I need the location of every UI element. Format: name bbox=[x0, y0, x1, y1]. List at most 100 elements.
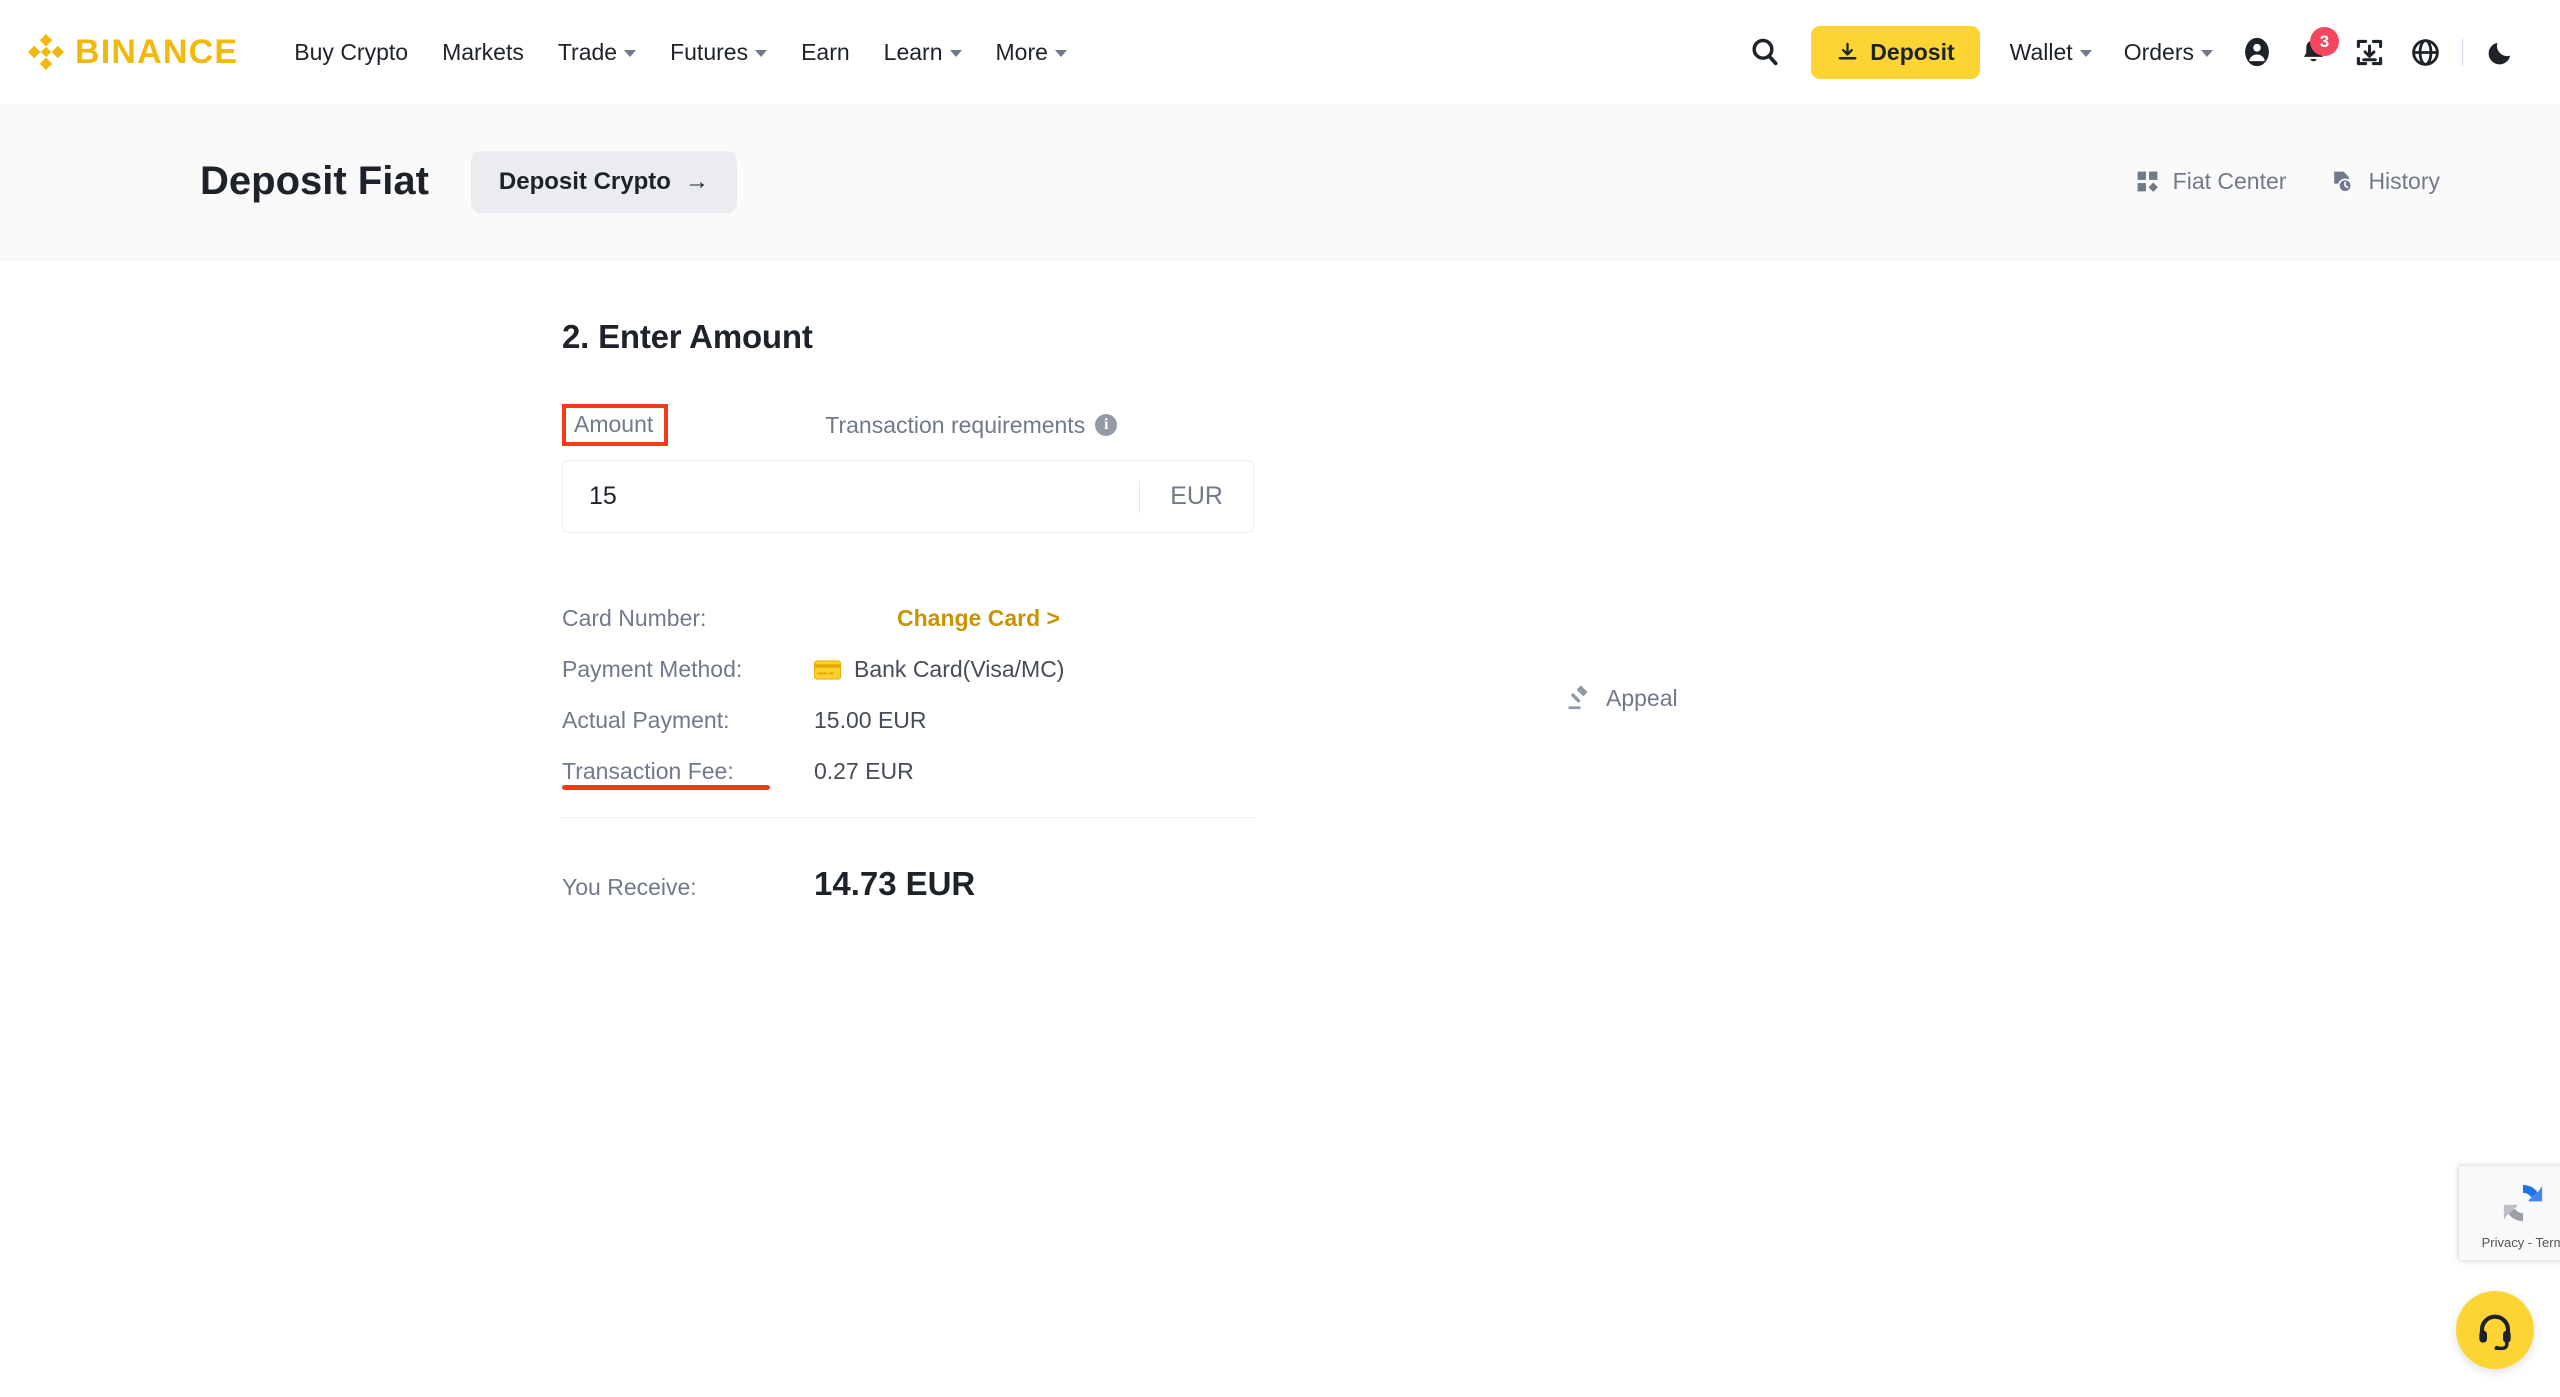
chevron-down-icon bbox=[2080, 50, 2092, 57]
chevron-down-icon bbox=[950, 50, 962, 57]
binance-diamond-icon bbox=[26, 32, 66, 72]
recaptcha-privacy-terms[interactable]: Privacy - Term bbox=[2482, 1235, 2560, 1250]
moon-icon bbox=[2486, 38, 2515, 67]
nav-item-learn[interactable]: Learn bbox=[867, 29, 979, 76]
detail-label: Card Number: bbox=[562, 605, 814, 632]
deposit-crypto-button[interactable]: Deposit Crypto → bbox=[471, 151, 737, 213]
detail-label: Payment Method: bbox=[562, 656, 814, 683]
top-navigation-bar: BINANCE Buy Crypto Markets Trade Futures… bbox=[0, 0, 2560, 104]
gavel-icon bbox=[1565, 685, 1592, 712]
nav-item-orders[interactable]: Orders bbox=[2108, 29, 2229, 76]
currency-code: EUR bbox=[1140, 482, 1253, 511]
nav-item-more[interactable]: More bbox=[979, 29, 1084, 76]
detail-row-card-number: Card Number: Change Card > bbox=[562, 593, 1254, 644]
section-title: 2. Enter Amount bbox=[562, 318, 1254, 356]
chevron-down-icon bbox=[1055, 50, 1067, 57]
recaptcha-badge[interactable]: Privacy - Term bbox=[2458, 1165, 2560, 1261]
deposit-crypto-label: Deposit Crypto bbox=[499, 168, 671, 196]
transaction-requirements-link[interactable]: Transaction requirements i bbox=[825, 412, 1117, 439]
detail-row-transaction-fee: Transaction Fee: 0.27 EUR bbox=[562, 746, 1254, 797]
chevron-down-icon bbox=[755, 50, 767, 57]
nav-item-futures[interactable]: Futures bbox=[653, 29, 784, 76]
detail-value: Bank Card(Visa/MC) bbox=[854, 656, 1064, 683]
nav-item-trade[interactable]: Trade bbox=[541, 29, 653, 76]
arrow-right-icon: → bbox=[685, 168, 709, 196]
detail-label: Actual Payment: bbox=[562, 707, 814, 734]
primary-nav-items: Buy Crypto Markets Trade Futures Earn Le… bbox=[277, 29, 1084, 76]
app-download-icon bbox=[2354, 37, 2385, 68]
notification-count-badge: 3 bbox=[2310, 27, 2339, 56]
download-app-button[interactable] bbox=[2341, 24, 2397, 80]
nav-item-buy-crypto[interactable]: Buy Crypto bbox=[277, 29, 425, 76]
appeal-label: Appeal bbox=[1606, 685, 1678, 712]
detail-value: 15.00 EUR bbox=[814, 707, 927, 734]
payment-details-list: Card Number: Change Card > Payment Metho… bbox=[562, 593, 1254, 797]
nav-divider bbox=[2462, 39, 2463, 66]
main-content: 2. Enter Amount Amount Transaction requi… bbox=[0, 260, 2560, 318]
transaction-requirements-label: Transaction requirements bbox=[825, 412, 1085, 439]
chevron-down-icon bbox=[624, 50, 636, 57]
nav-label: Buy Crypto bbox=[294, 39, 408, 66]
page-title: Deposit Fiat bbox=[200, 159, 429, 204]
headset-icon bbox=[2475, 1310, 2515, 1350]
grid-icon bbox=[2135, 169, 2160, 194]
info-icon: i bbox=[1095, 414, 1117, 436]
amount-label-row: Amount Transaction requirements i bbox=[562, 403, 1254, 447]
deposit-button[interactable]: Deposit bbox=[1811, 26, 1979, 79]
detail-label: Transaction Fee: bbox=[562, 758, 814, 785]
deposit-amount-form: 2. Enter Amount Amount Transaction requi… bbox=[562, 318, 1254, 903]
detail-label-text: Transaction Fee: bbox=[562, 758, 734, 784]
nav-item-earn[interactable]: Earn bbox=[784, 29, 867, 76]
you-receive-value: 14.73EUR bbox=[814, 865, 975, 903]
nav-label: Markets bbox=[442, 39, 524, 66]
annotation-underline bbox=[562, 785, 770, 790]
detail-row-actual-payment: Actual Payment: 15.00 EUR bbox=[562, 695, 1254, 746]
globe-icon bbox=[2410, 37, 2441, 68]
amount-field-label: Amount bbox=[562, 404, 668, 446]
nav-label: Trade bbox=[558, 39, 617, 66]
detail-value: 0.27 EUR bbox=[814, 758, 914, 785]
change-card-link[interactable]: Change Card > bbox=[897, 605, 1060, 632]
nav-item-markets[interactable]: Markets bbox=[425, 29, 541, 76]
detail-value-wrap: Bank Card(Visa/MC) bbox=[814, 656, 1064, 683]
nav-item-wallet[interactable]: Wallet bbox=[1994, 29, 2108, 76]
fiat-center-label: Fiat Center bbox=[2173, 168, 2287, 195]
download-icon bbox=[1836, 41, 1859, 64]
language-button[interactable] bbox=[2397, 24, 2453, 80]
history-label: History bbox=[2368, 168, 2440, 195]
you-receive-amount: 14.73 bbox=[814, 865, 897, 902]
profile-button[interactable] bbox=[2229, 24, 2285, 80]
binance-logo[interactable]: BINANCE bbox=[26, 32, 238, 72]
theme-toggle-button[interactable] bbox=[2472, 24, 2528, 80]
nav-label: Wallet bbox=[2010, 39, 2073, 66]
subheader-links: Fiat Center History bbox=[2135, 168, 2440, 195]
nav-label: Orders bbox=[2124, 39, 2194, 66]
bank-card-icon bbox=[814, 660, 841, 680]
recaptcha-icon bbox=[2496, 1176, 2550, 1230]
support-chat-button[interactable] bbox=[2456, 1291, 2534, 1369]
page-subheader: Deposit Fiat Deposit Crypto → Fiat Cente… bbox=[0, 104, 2560, 260]
detail-row-payment-method: Payment Method: Bank Card(Visa/MC) bbox=[562, 644, 1254, 695]
chevron-down-icon bbox=[2201, 50, 2213, 57]
amount-input[interactable] bbox=[589, 482, 1139, 511]
nav-label: Learn bbox=[884, 39, 943, 66]
deposit-button-label: Deposit bbox=[1870, 39, 1954, 66]
search-button[interactable] bbox=[1737, 24, 1793, 80]
amount-input-wrapper[interactable]: EUR bbox=[562, 460, 1254, 533]
history-link[interactable]: History bbox=[2330, 168, 2440, 195]
section-divider bbox=[562, 817, 1254, 818]
nav-label: Earn bbox=[801, 39, 850, 66]
you-receive-row: You Receive: 14.73EUR bbox=[562, 865, 1254, 903]
binance-wordmark: BINANCE bbox=[75, 35, 238, 69]
notifications-button[interactable]: 3 bbox=[2285, 24, 2341, 80]
history-clock-icon bbox=[2330, 169, 2355, 194]
you-receive-label: You Receive: bbox=[562, 874, 814, 901]
nav-right-actions: Deposit Wallet Orders 3 bbox=[1737, 24, 2528, 80]
user-avatar-icon bbox=[2240, 35, 2274, 69]
you-receive-currency: EUR bbox=[906, 865, 976, 902]
nav-label: Futures bbox=[670, 39, 748, 66]
search-icon bbox=[1749, 36, 1781, 68]
nav-label: More bbox=[996, 39, 1048, 66]
fiat-center-link[interactable]: Fiat Center bbox=[2135, 168, 2287, 195]
appeal-link[interactable]: Appeal bbox=[1565, 685, 1678, 712]
